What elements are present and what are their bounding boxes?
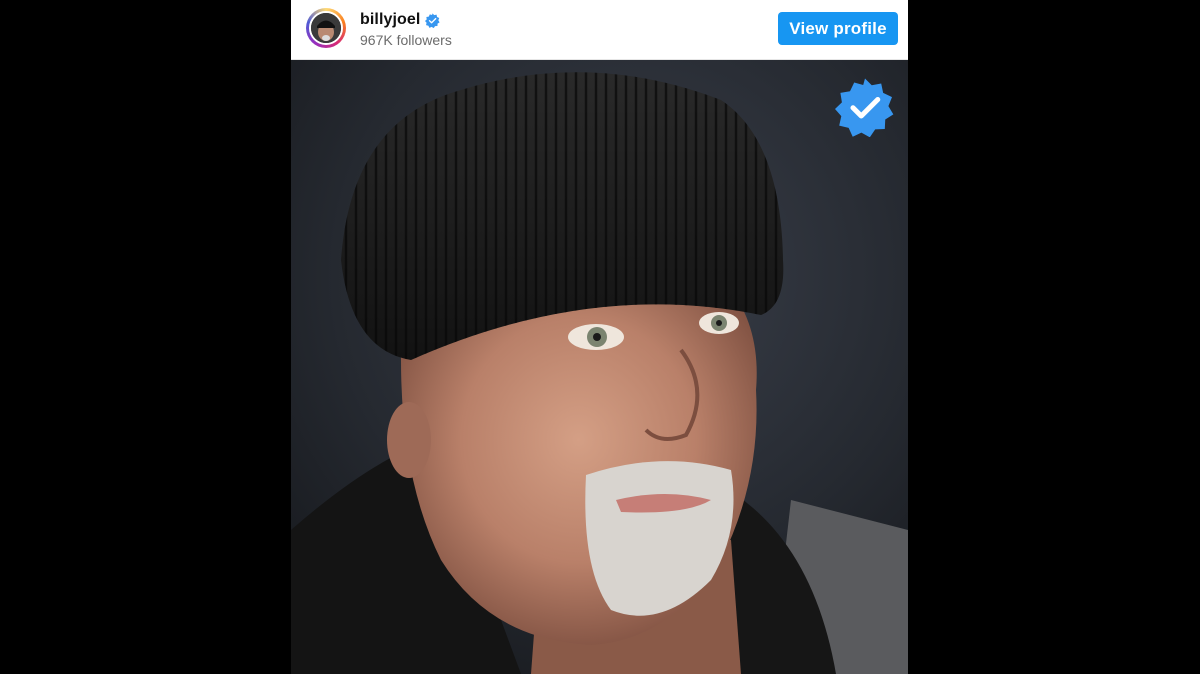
portrait-photo — [291, 60, 908, 674]
verified-badge-icon — [835, 78, 894, 137]
followers-count: 967K followers — [360, 32, 452, 48]
post-photo[interactable] — [291, 60, 908, 674]
avatar-image — [311, 13, 341, 43]
verified-icon — [425, 12, 441, 28]
avatar[interactable] — [309, 11, 343, 45]
username-row: billyjoel — [360, 11, 441, 29]
instagram-embed: billyjoel 967K followers View profile — [291, 0, 908, 674]
username[interactable]: billyjoel — [360, 11, 420, 29]
view-profile-button[interactable]: View profile — [778, 12, 898, 45]
embed-header: billyjoel 967K followers View profile — [291, 0, 908, 60]
avatar-story-ring[interactable] — [306, 8, 346, 48]
